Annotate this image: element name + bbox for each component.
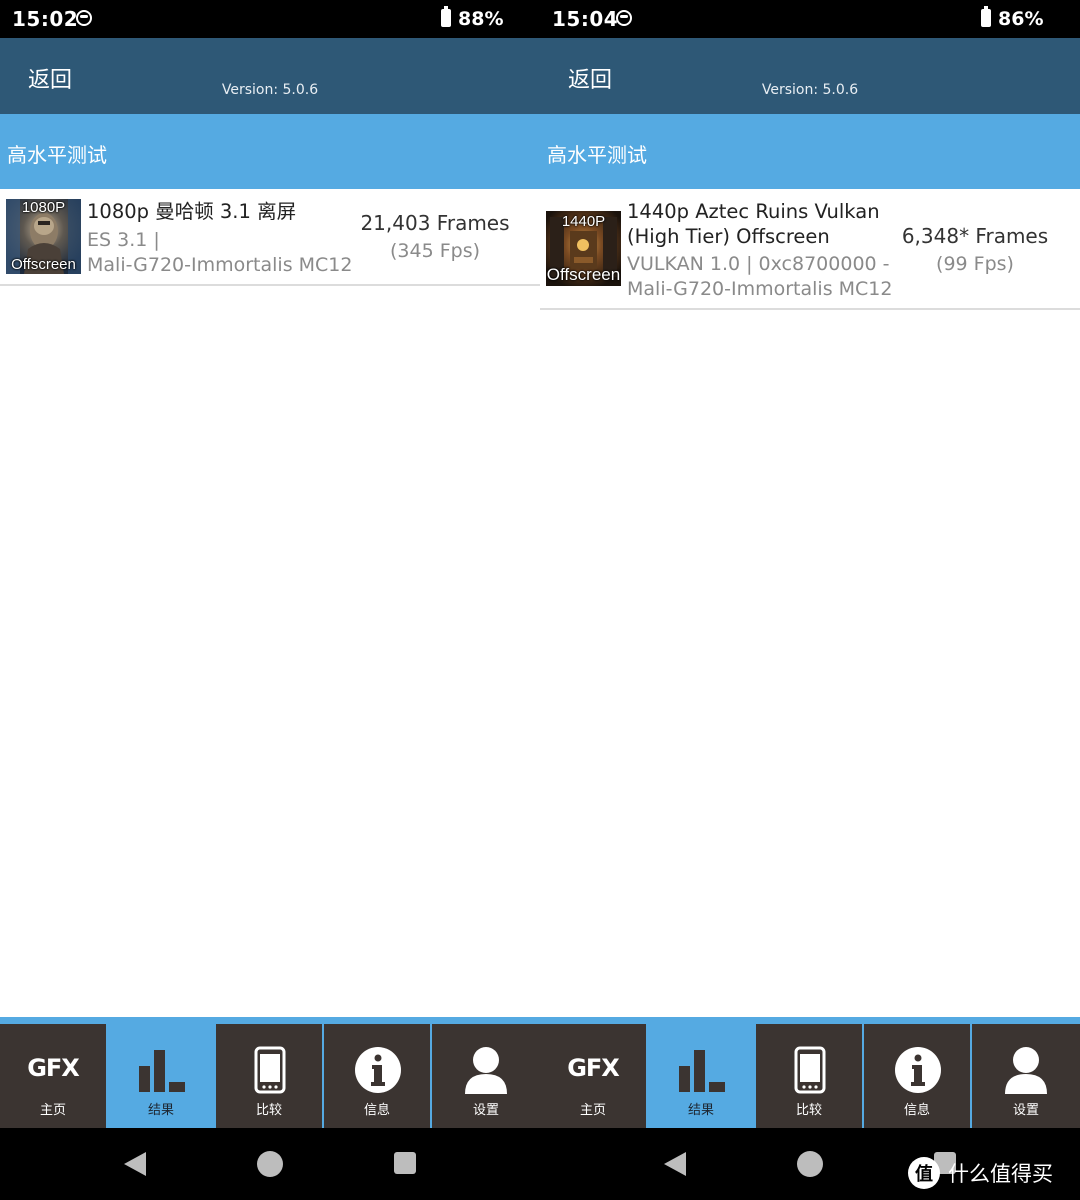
nav-info[interactable]: 信息 [324,1024,430,1128]
status-bar: 15:04 86% [540,0,1080,38]
bar-chart-icon [679,1050,725,1092]
nav-label: 设置 [472,1103,499,1118]
nav-label: 比较 [255,1103,282,1118]
gfx-logo-icon: GFX [27,1054,80,1082]
gfx-logo-icon: GFX [567,1054,620,1082]
left-phone-screen: 15:02 88% 返回 Version: 5.0.6 高水平测试 1080P … [0,0,540,1200]
nav-home[interactable]: GFX 主页 [0,1024,106,1128]
benchmark-title-line: (High Tier) Offscreen [627,225,830,248]
nav-compare[interactable]: 比较 [756,1024,862,1128]
info-icon [895,1047,941,1093]
nav-label: 比较 [795,1103,822,1118]
nav-label: 结果 [687,1103,714,1118]
watermark: 值 什么值得买 [908,1155,1053,1191]
nav-settings[interactable]: 设置 [432,1024,540,1128]
benchmark-thumbnail: 1080P Offscreen [6,199,81,274]
notification-app-icon [76,10,92,26]
phone-icon [794,1046,826,1094]
app-bar: 返回 Version: 5.0.6 [0,38,540,114]
version-label: Version: 5.0.6 [221,82,319,98]
nav-info[interactable]: 信息 [864,1024,970,1128]
benchmark-subtitle-line: Mali-G720-Immortalis MC12 [627,278,893,300]
user-icon [1005,1047,1047,1094]
thumbnail-resolution: 1440P [561,213,606,230]
nav-label: 结果 [147,1103,174,1118]
status-time: 15:04 [552,7,619,31]
app-bar: 返回 Version: 5.0.6 [540,38,1080,114]
right-phone-screen: 15:04 86% 返回 Version: 5.0.6 高水平测试 1440P … [540,0,1080,1200]
user-icon [465,1047,507,1094]
benchmark-subtitle-line: VULKAN 1.0 | 0xc8700000 - [627,253,890,275]
watermark-text: 什么值得买 [948,1162,1053,1186]
score-fps: (99 Fps) [936,253,1014,275]
nav-label: 设置 [1012,1103,1039,1118]
nav-label: 信息 [903,1103,930,1118]
benchmark-thumbnail: 1440P Offscreen [546,211,621,286]
score: 6,348* Frames (99 Fps) [890,222,1060,278]
benchmark-subtitle: ES 3.1 | Mali-G720-Immortalis MC12 [87,228,352,278]
nav-home[interactable]: GFX 主页 [540,1024,646,1128]
score-frames: 6,348* Frames [901,224,1049,248]
nav-settings[interactable]: 设置 [972,1024,1080,1128]
notification-app-icon [616,10,632,26]
comparison-screenshot: 15:02 88% 返回 Version: 5.0.6 高水平测试 1080P … [0,0,1080,1200]
info-icon [355,1047,401,1093]
benchmark-title-line: 1440p Aztec Ruins Vulkan [627,200,880,223]
battery-icon [441,6,451,27]
version-label: Version: 5.0.6 [761,82,859,98]
thumbnail-resolution: 1080P [21,199,66,216]
benchmark-subtitle-line: ES 3.1 | [87,229,160,251]
nav-results[interactable]: 结果 [648,1024,754,1128]
thumbnail-mode: Offscreen [546,265,621,284]
watermark-logo-icon: 值 [908,1157,940,1189]
system-navigation [0,1128,540,1200]
battery-percent: 88% [458,8,504,30]
score-fps: (345 Fps) [389,240,481,262]
bottom-navigation: GFX 主页 结果 比较 信息 设置 [540,1017,1080,1128]
benchmark-title-line: 1080p 曼哈顿 3.1 离屏 [87,200,297,223]
result-row[interactable]: 1440P Offscreen 1440p Aztec Ruins Vulkan… [540,189,1080,310]
battery-percent: 86% [998,8,1044,30]
phone-icon [254,1046,286,1094]
nav-results[interactable]: 结果 [108,1024,214,1128]
status-time: 15:02 [12,7,79,31]
score-frames: 21,403 Frames [360,211,510,235]
status-bar: 15:02 88% [0,0,540,38]
section-title: 高水平测试 [7,143,107,167]
bottom-navigation: GFX 主页 结果 比较 信息 设置 [0,1017,540,1128]
system-back-icon[interactable] [664,1152,686,1176]
nav-label: 信息 [363,1103,390,1118]
benchmark-subtitle-line: Mali-G720-Immortalis MC12 [87,254,353,276]
benchmark-title: 1080p 曼哈顿 3.1 离屏 [87,199,296,224]
benchmark-subtitle: VULKAN 1.0 | 0xc8700000 - Mali-G720-Immo… [627,252,892,302]
system-home-icon[interactable] [257,1151,283,1177]
nav-label: 主页 [39,1103,66,1118]
result-row[interactable]: 1080P Offscreen 1080p 曼哈顿 3.1 离屏 ES 3.1 … [0,189,540,286]
system-home-icon[interactable] [797,1151,823,1177]
system-back-icon[interactable] [124,1152,146,1176]
battery-icon [981,6,991,27]
section-header: 高水平测试 [0,114,540,189]
section-title: 高水平测试 [547,143,647,167]
benchmark-title: 1440p Aztec Ruins Vulkan (High Tier) Off… [627,199,880,249]
bar-chart-icon [139,1050,185,1092]
section-header: 高水平测试 [540,114,1080,189]
score: 21,403 Frames (345 Fps) [350,209,520,265]
system-recents-icon[interactable] [394,1152,416,1174]
thumbnail-mode: Offscreen [11,256,76,273]
nav-compare[interactable]: 比较 [216,1024,322,1128]
nav-label: 主页 [579,1103,606,1118]
